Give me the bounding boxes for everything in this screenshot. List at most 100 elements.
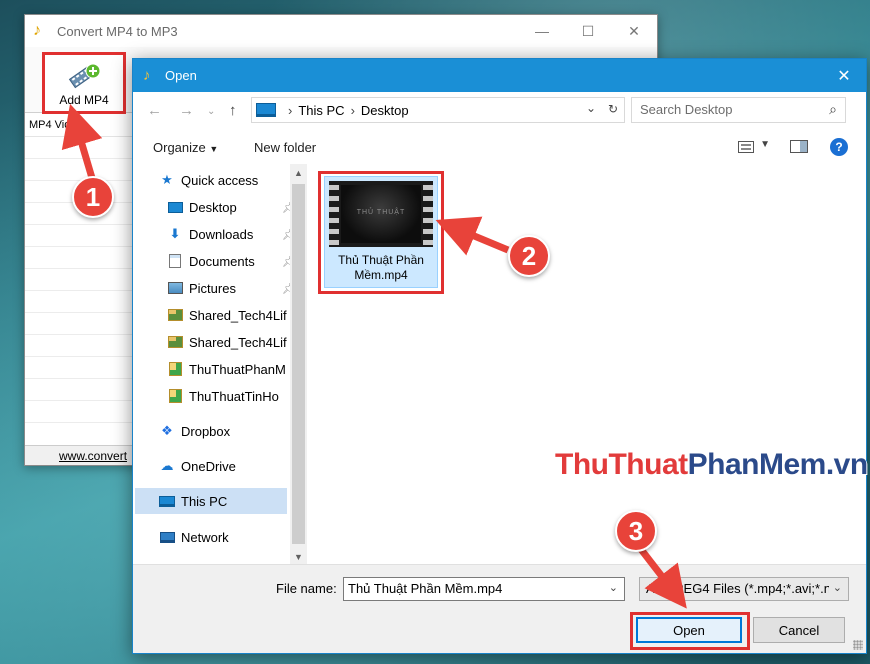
- nav-item-dropbox[interactable]: ❖ Dropbox: [159, 418, 290, 444]
- dialog-footer: File name: Thủ Thuật Phần Mềm.mp4 ⌄ All …: [133, 564, 866, 653]
- dialog-titlebar: ♪ Open ✕: [133, 59, 866, 92]
- file-type-select[interactable]: All MPEG4 Files (*.mp4;*.avi;*.n ⌄: [639, 577, 849, 601]
- breadcrumb-this-pc[interactable]: This PC: [298, 103, 344, 118]
- address-bar[interactable]: › This PC › Desktop ⌄ ↻: [251, 97, 625, 123]
- desktop-icon: [167, 199, 183, 215]
- search-icon[interactable]: ⌕: [829, 101, 837, 118]
- breadcrumb-desktop[interactable]: Desktop: [361, 103, 409, 118]
- watermark: ThuThuatPhanMem.vn: [555, 448, 868, 482]
- nav-item-label: Pictures: [189, 280, 236, 296]
- app-titlebar: ♪ Convert MP4 to MP3 — ☐ ✕: [25, 15, 657, 47]
- dialog-close-button[interactable]: ✕: [822, 59, 866, 92]
- star-icon: ★: [161, 172, 173, 187]
- computer-icon: [256, 103, 276, 117]
- film-add-icon: [68, 63, 101, 89]
- list-row: [25, 313, 134, 335]
- list-row: [25, 225, 134, 247]
- music-note-icon: ♪: [143, 67, 151, 84]
- nav-item-shared-1[interactable]: Shared_Tech4Lif: [167, 302, 291, 328]
- list-row: [25, 159, 134, 181]
- watermark-text: PhanMem: [687, 448, 827, 481]
- watermark-text: Thuat: [608, 448, 688, 481]
- add-mp4-button[interactable]: Add MP4: [42, 52, 126, 114]
- nav-item-thuthuattinhoc[interactable]: ThuThuatTinHo: [167, 383, 291, 409]
- nav-item-this-pc[interactable]: This PC: [135, 488, 287, 514]
- scroll-down-icon[interactable]: ▼: [294, 552, 303, 562]
- nav-item-downloads[interactable]: ⬇ Downloads 📌︎: [167, 221, 291, 247]
- music-note-icon: ♪: [33, 22, 41, 39]
- address-dropdown-icon[interactable]: ⌄: [586, 101, 596, 115]
- search-placeholder: Search Desktop: [640, 102, 733, 117]
- new-folder-button[interactable]: New folder: [254, 140, 316, 155]
- nav-item-label: Shared_Tech4Lif: [189, 334, 287, 350]
- chevron-down-icon[interactable]: ▼: [760, 139, 770, 150]
- app-title: Convert MP4 to MP3: [57, 23, 178, 39]
- video-list: MP4 Video: [25, 115, 135, 445]
- back-arrow-icon[interactable]: ←: [147, 102, 162, 119]
- search-input[interactable]: Search Desktop ⌕: [631, 97, 846, 123]
- list-row: [25, 335, 134, 357]
- organize-button[interactable]: Organize ▼: [153, 140, 218, 155]
- onedrive-icon: ☁: [160, 458, 174, 473]
- maximize-button[interactable]: ☐: [565, 15, 611, 47]
- minimize-button[interactable]: —: [519, 15, 565, 47]
- help-icon[interactable]: ?: [830, 138, 848, 156]
- list-row: [25, 269, 134, 291]
- cancel-button[interactable]: Cancel: [753, 617, 845, 643]
- folder-icon: [167, 361, 183, 377]
- dropbox-icon: ❖: [161, 423, 173, 438]
- list-row: [25, 137, 134, 159]
- step-marker-2: 2: [508, 235, 550, 277]
- organize-label: Organize: [153, 140, 206, 155]
- breadcrumb-chevron-icon[interactable]: ›: [288, 103, 292, 118]
- refresh-icon[interactable]: ↻: [608, 102, 618, 116]
- file-name-field[interactable]: Thủ Thuật Phần Mềm.mp4 ⌄: [343, 577, 625, 601]
- forward-arrow-icon[interactable]: →: [179, 102, 194, 119]
- scrollbar-thumb[interactable]: [292, 184, 305, 544]
- nav-item-label: Shared_Tech4Lif: [189, 307, 287, 323]
- close-button[interactable]: ✕: [611, 15, 657, 47]
- list-row: [25, 291, 134, 313]
- nav-item-label: Desktop: [189, 199, 237, 215]
- nav-item-label: Downloads: [189, 226, 254, 242]
- folder-icon: [167, 388, 183, 404]
- open-button[interactable]: Open: [636, 617, 742, 643]
- nav-item-label: Quick access: [181, 172, 259, 188]
- file-name-label: File name:: [276, 581, 337, 596]
- pictures-icon: [167, 280, 183, 296]
- nav-item-documents[interactable]: Documents 📌︎: [167, 248, 291, 274]
- file-list-area[interactable]: THỦ THUẬT Thủ Thuật Phần Mềm.mp4 ThuThua…: [309, 164, 868, 566]
- add-mp4-label: Add MP4: [59, 93, 109, 107]
- nav-item-pictures[interactable]: Pictures 📌︎: [167, 275, 291, 301]
- list-row: [25, 401, 134, 423]
- nav-item-shared-2[interactable]: Shared_Tech4Lif: [167, 329, 291, 355]
- list-row: [25, 379, 134, 401]
- nav-item-network[interactable]: Network: [159, 524, 290, 550]
- scroll-up-icon[interactable]: ▲: [294, 168, 303, 178]
- navigation-scrollbar[interactable]: ▲ ▼: [290, 164, 307, 566]
- preview-pane-icon[interactable]: [790, 140, 808, 153]
- nav-item-quick-access[interactable]: ★ Quick access: [159, 167, 290, 193]
- recent-locations-icon[interactable]: ⌄: [207, 106, 215, 117]
- nav-item-desktop[interactable]: Desktop 📌︎: [167, 194, 291, 220]
- chevron-down-icon[interactable]: ⌄: [828, 581, 842, 594]
- highlight-box: [318, 171, 444, 294]
- nav-item-label: ThuThuatTinHo: [189, 388, 279, 404]
- resize-grip[interactable]: [853, 640, 863, 650]
- view-options-icon[interactable]: [738, 141, 754, 153]
- computer-icon: [159, 493, 175, 509]
- navigation-pane: ★ Quick access Desktop 📌︎ ⬇ Downloads 📌︎…: [133, 164, 291, 564]
- nav-item-onedrive[interactable]: ☁ OneDrive: [159, 453, 290, 479]
- app-footer: www.convert: [25, 445, 135, 465]
- list-row: [25, 247, 134, 269]
- chevron-down-icon[interactable]: ⌄: [609, 581, 618, 594]
- website-link[interactable]: www.convert: [59, 449, 127, 463]
- up-arrow-icon[interactable]: ↑: [229, 102, 237, 119]
- shared-folder-icon: [167, 334, 183, 350]
- window-controls: — ☐ ✕: [519, 15, 657, 47]
- nav-item-thuthuatphanmem[interactable]: ThuThuatPhanM: [167, 356, 291, 382]
- nav-item-label: Dropbox: [181, 423, 231, 439]
- breadcrumb-chevron-icon[interactable]: ›: [351, 103, 355, 118]
- list-row: [25, 357, 134, 379]
- nav-item-label: Documents: [189, 253, 255, 269]
